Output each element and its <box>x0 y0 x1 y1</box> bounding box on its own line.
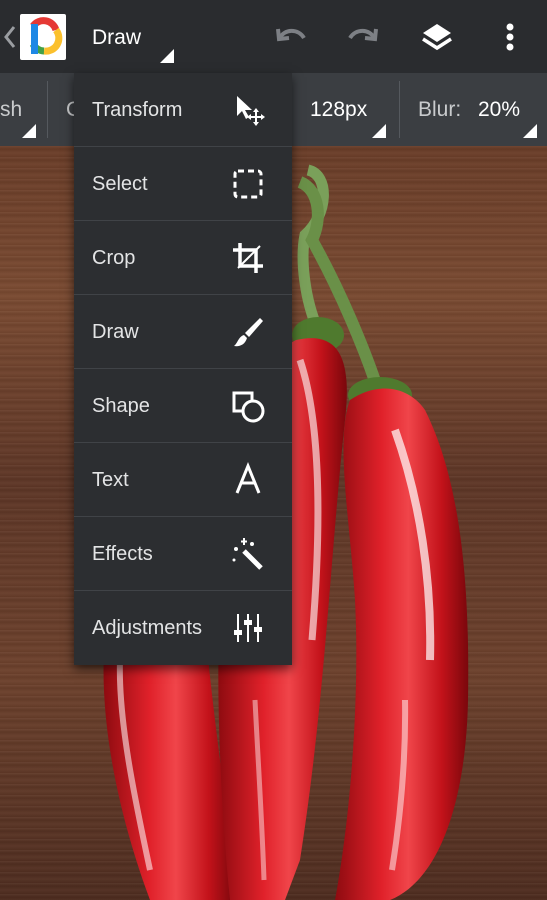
select-icon <box>230 166 266 202</box>
size-dropdown-indicator-icon <box>372 124 386 138</box>
menu-item-draw[interactable]: Draw <box>74 295 292 369</box>
transform-icon <box>230 92 266 128</box>
menu-item-label: Effects <box>92 543 153 565</box>
brush-type-label: sh <box>0 98 23 121</box>
tool-menu: Transform Select Crop Draw Shape Text Ef… <box>74 73 292 665</box>
brush-dropdown-indicator-icon <box>22 124 36 138</box>
menu-item-label: Text <box>92 469 129 491</box>
menu-item-label: Crop <box>92 247 136 269</box>
dropdown-indicator-icon <box>160 49 174 63</box>
menu-item-label: Shape <box>92 395 150 417</box>
current-tool-label: Draw <box>92 26 142 49</box>
blur-option[interactable]: Blur: 20% <box>400 73 547 146</box>
brush-icon <box>230 314 266 350</box>
menu-item-effects[interactable]: Effects <box>74 517 292 591</box>
brush-type-option[interactable]: sh <box>0 73 46 146</box>
menu-item-transform[interactable]: Transform <box>74 73 292 147</box>
blur-dropdown-indicator-icon <box>523 124 537 138</box>
tool-selector-dropdown[interactable]: Draw <box>84 10 178 65</box>
menu-item-crop[interactable]: Crop <box>74 221 292 295</box>
menu-item-text[interactable]: Text <box>74 443 292 517</box>
menu-item-select[interactable]: Select <box>74 147 292 221</box>
menu-item-adjustments[interactable]: Adjustments <box>74 591 292 665</box>
back-chevron-icon[interactable] <box>3 24 17 50</box>
menu-item-label: Transform <box>92 99 183 121</box>
menu-item-label: Draw <box>92 321 139 343</box>
more-vert-icon[interactable] <box>488 14 534 60</box>
crop-icon <box>230 240 266 276</box>
app-bar: Draw <box>0 0 547 73</box>
text-icon <box>230 462 266 498</box>
brush-size-option[interactable]: 128px <box>292 73 396 146</box>
menu-item-shape[interactable]: Shape <box>74 369 292 443</box>
layers-icon[interactable] <box>414 14 460 60</box>
redo-icon[interactable] <box>340 14 386 60</box>
brush-size-value: 128px <box>310 98 368 121</box>
shape-icon <box>230 388 266 424</box>
effects-wand-icon <box>230 536 266 572</box>
app-logo-icon[interactable] <box>20 14 66 60</box>
color-option[interactable]: C <box>48 73 81 146</box>
blur-label: Blur: <box>418 98 462 121</box>
adjustments-icon <box>230 610 266 646</box>
undo-icon[interactable] <box>268 14 314 60</box>
menu-item-label: Adjustments <box>92 617 203 639</box>
menu-item-label: Select <box>92 173 148 195</box>
blur-value: 20% <box>478 98 521 121</box>
